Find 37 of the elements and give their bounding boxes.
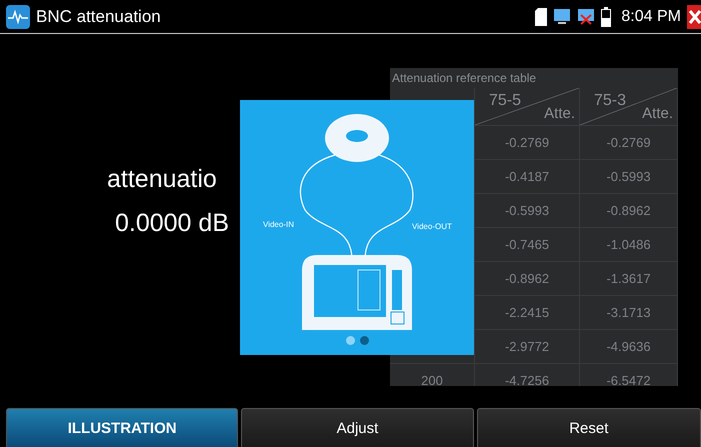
close-icon[interactable]: [687, 4, 701, 28]
table-cell: -0.8962: [504, 271, 550, 286]
table-cell: -0.5993: [504, 203, 550, 218]
column-header: 75-3 Atte.: [580, 88, 678, 125]
table-cell: -6.5472: [606, 373, 651, 386]
table-cell: -4.9636: [606, 339, 651, 354]
tab-button[interactable]: ILLUSTRATION: [6, 408, 238, 447]
table-cell: -3.1713: [606, 305, 651, 320]
measurement-label: attenuatio: [107, 164, 217, 194]
table-cell: -0.2769: [606, 135, 651, 150]
monitor-icon: [553, 8, 572, 24]
sd-card-icon: [535, 8, 548, 26]
battery-icon: [601, 6, 612, 26]
video-in-label: Video-IN: [263, 220, 294, 229]
page-indicator-dot[interactable]: [360, 336, 369, 345]
window-title: BNC attenuation: [36, 6, 162, 26]
monitor-error-icon: [577, 8, 596, 24]
table-cell: -0.4187: [504, 169, 550, 184]
clock-time: 8:04 PM: [621, 8, 681, 26]
tab-button[interactable]: Adjust: [241, 408, 474, 447]
table-cell: -0.5993: [606, 169, 651, 184]
table-cell: -0.2769: [504, 135, 550, 150]
app-icon: [6, 4, 30, 28]
table-cell: -4.7256: [504, 373, 550, 386]
table-cell: 200: [421, 373, 443, 386]
tab-button[interactable]: Reset: [476, 408, 701, 447]
table-cell: -2.2415: [504, 305, 550, 320]
table-title: Attenuation reference table: [391, 70, 536, 87]
table-cell: -1.3617: [606, 271, 651, 286]
measurement-value: 0.0000 dB: [115, 208, 229, 238]
table-cell: -0.7465: [504, 237, 550, 252]
table-cell: -2.9772: [504, 339, 550, 354]
column-header: 75-5 Atte.: [475, 88, 580, 125]
video-out-label: Video-OUT: [412, 222, 452, 231]
table-cell: -0.8962: [606, 203, 651, 218]
table-cell: -1.0486: [606, 237, 651, 252]
page-indicator-dot[interactable]: [346, 336, 355, 345]
